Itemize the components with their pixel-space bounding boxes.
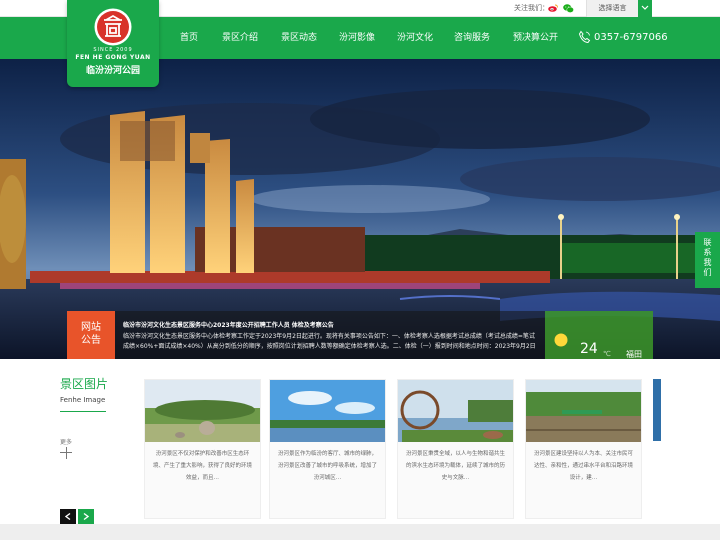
weather-city: 福田 [626,350,642,359]
nav-item-home[interactable]: 首页 [180,17,198,59]
logo-name-en: FEN HE GONG YUAN [75,54,151,61]
weather-temperature: 24 [580,341,598,357]
weather-widget: 24 ℃ 福田 [545,311,653,359]
plus-icon[interactable] [60,447,72,459]
notice-label-line1: 网站 [81,322,101,333]
contact-us-tab[interactable]: 联系我们 [695,232,720,288]
language-dropdown-button[interactable] [638,0,652,17]
notice-label-line2: 公告 [81,335,101,346]
gallery-card-image [398,380,513,442]
gallery-card-image [270,380,385,442]
gallery-card-image [526,380,641,442]
nav-item-fenhe-culture[interactable]: 汾河文化 [397,17,433,59]
follow-us-label: 关注我们： [514,4,549,12]
sun-icon [554,333,568,347]
notice-label: 网站 公告 [67,311,115,359]
gallery-card[interactable]: 汾河景区作为临汾的客厅、城市的绿肺，汾河景区改善了城市的呼吸系统，增加了汾河城区… [269,379,386,519]
gallery-card[interactable]: 汾河景区秉贯全域，以人与生物和谐共生的滨水生态环境为载体，延续了城市的历史与文脉… [397,379,514,519]
gallery-more-link[interactable]: 更多 [60,437,72,446]
chevron-right-icon [83,513,89,520]
nav-item-fenhe-images[interactable]: 汾河影像 [339,17,375,59]
phone-icon [578,30,591,44]
site-logo[interactable]: SINCE 2009 FEN HE GONG YUAN 临汾汾河公园 [67,0,159,87]
chevron-down-icon [641,5,649,10]
nav-item-budget[interactable]: 预决算公开 [513,17,558,59]
gallery-subtitle: Fenhe Image [60,396,106,404]
notice-content[interactable]: 临汾市汾河文化生态景区服务中心2023年度公开招聘工作人员 体检及考察公告 临汾… [115,311,545,359]
gallery-prev-button[interactable] [60,509,76,524]
language-select[interactable]: 选择语言 [586,0,638,17]
nav-item-scenic-news[interactable]: 景区动态 [281,17,317,59]
gallery-card-image [145,380,260,442]
hotline-number: 0357-6797066 [594,32,668,43]
wechat-icon[interactable] [563,4,574,13]
scenic-gallery: 景区图片 Fenhe Image 更多 汾河景区不仅对保护和改善市区生态环境、产… [0,359,720,524]
gallery-card-text: 汾河景区秉贯全域，以人与生物和谐共生的滨水生态环境为载体，延续了城市的历史与文脉… [405,451,505,481]
fenhe-park-emblem [94,8,132,46]
nav-item-consulting[interactable]: 咨询服务 [454,17,490,59]
gallery-card-text: 汾河景区建设坚持以人为本、关注市民可达性、亲和性，通过串水平台和沿路环境设计，建… [533,451,633,481]
footer-strip [0,524,720,540]
notice-title[interactable]: 临汾市汾河文化生态景区服务中心2023年度公开招聘工作人员 体检及考察公告 [123,320,537,329]
chevron-left-icon [65,513,71,520]
contact-us-label: 联系我们 [703,238,712,277]
nav-item-scenic-intro[interactable]: 景区介绍 [222,17,258,59]
gallery-card[interactable]: 汾河景区不仅对保护和改善市区生态环境、产生了重大影响，获得了良好的环境效益，而且… [144,379,261,519]
gallery-title-underline [60,411,106,412]
weibo-icon[interactable] [548,4,558,12]
logo-since: SINCE 2009 [93,47,133,53]
weather-unit: ℃ [603,350,611,358]
gallery-title: 景区图片 [60,377,109,391]
gallery-card[interactable]: 汾河景区建设坚持以人为本、关注市民可达性、亲和性，通过串水平台和沿路环境设计，建… [525,379,642,519]
gallery-card-partial[interactable] [653,379,661,441]
gallery-card-text: 汾河景区作为临汾的客厅、城市的绿肺，汾河景区改善了城市的呼吸系统，增加了汾河城区… [277,451,377,481]
logo-name-cn: 临汾汾河公园 [85,66,140,76]
notice-body: 临汾市汾河文化生态景区服务中心体检考察工作定于2023年9月2日起进行。现将有关… [123,333,536,350]
gallery-next-button[interactable] [78,509,94,524]
gallery-card-text: 汾河景区不仅对保护和改善市区生态环境、产生了重大影响，获得了良好的环境效益，而且… [152,451,252,481]
